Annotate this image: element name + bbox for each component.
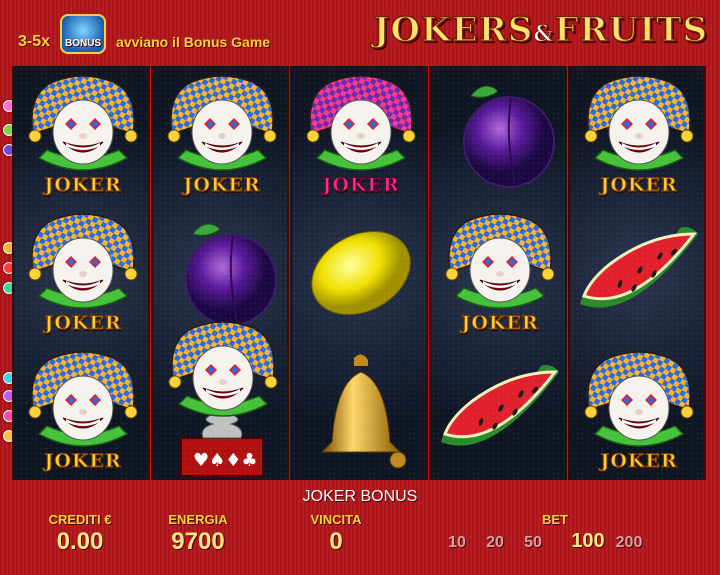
joker-icon: JOKER xyxy=(301,72,421,200)
joker-label: JOKER xyxy=(44,312,122,335)
watermelon-icon xyxy=(441,364,559,446)
bet-option-10[interactable]: 10 xyxy=(440,534,474,552)
hint-range: 3-5x xyxy=(18,33,51,50)
joker-icon: JOKER xyxy=(162,72,282,200)
bell-icon xyxy=(320,354,407,469)
bell-symbol xyxy=(292,342,426,480)
joker-symbol: JOKER xyxy=(570,66,704,204)
win-label: VINCITA xyxy=(310,512,362,527)
watermelon-symbol xyxy=(431,342,565,480)
logo-ampersand: & xyxy=(533,21,555,48)
joker-icon: JOKER xyxy=(23,210,143,338)
game-logo: JOKERS&FRUITS xyxy=(368,4,708,56)
bet-label: BET xyxy=(542,512,568,527)
bet-option-100[interactable]: 100 xyxy=(566,530,610,553)
joker-icon: JOKER xyxy=(23,348,143,476)
logo-fruits: FRUITS xyxy=(553,9,708,51)
joker-label: JOKER xyxy=(461,312,539,335)
joker-icon: JOKER xyxy=(440,210,560,338)
header: 3-5x BONUS avviano il Bonus Game JOKERS&… xyxy=(0,0,720,62)
win-value: 0 xyxy=(329,528,343,555)
reel-5: JOKER JOKER xyxy=(568,66,706,480)
bonus-badge-icon: BONUS xyxy=(60,14,107,54)
lemon-icon xyxy=(311,231,411,315)
joker-symbol: JOKER xyxy=(153,66,287,204)
joker-label: JOKER xyxy=(183,174,261,197)
bonus-hint: 3-5x BONUS avviano il Bonus Game xyxy=(18,14,271,54)
joker-symbol: JOKER xyxy=(14,342,148,480)
joker-label: JOKER xyxy=(600,174,678,197)
watermelon-symbol xyxy=(570,204,704,342)
joker-label: JOKER xyxy=(600,450,678,473)
bottom-bar: JOKER BONUS CREDITI € 0.00 ENERGIA 9700 … xyxy=(0,482,720,575)
bet-option-20[interactable]: 20 xyxy=(478,534,512,552)
bonus-title: JOKER BONUS xyxy=(302,488,418,505)
svg-text:♥♠♦♣: ♥♠♦♣ xyxy=(193,450,258,471)
joker-symbol: JOKER xyxy=(14,66,148,204)
jack-in-the-box-symbol: ♥♠♦♣ xyxy=(153,321,287,480)
credits-label: CREDITI € xyxy=(48,512,112,527)
watermelon-icon xyxy=(580,226,698,308)
joker-icon: JOKER xyxy=(579,348,699,476)
credits-value: 0.00 xyxy=(56,528,104,555)
energy-label: ENERGIA xyxy=(168,512,228,527)
lemon-symbol xyxy=(292,204,426,342)
hint-message: avviano il Bonus Game xyxy=(116,34,271,50)
plum-icon xyxy=(463,85,555,188)
logo-jokers: JOKERS xyxy=(373,9,534,51)
bet-option-50[interactable]: 50 xyxy=(516,534,550,552)
joker-symbol: JOKER xyxy=(570,342,704,480)
reel-4: JOKER xyxy=(429,66,567,480)
energy-value: 9700 xyxy=(171,528,225,555)
joker-label: JOKER xyxy=(44,450,122,473)
joker-icon: JOKER xyxy=(23,72,143,200)
reel-2: JOKER ♥♠♦♣ xyxy=(151,66,289,480)
jester-cap-icon xyxy=(368,29,370,31)
joker-purple-symbol: JOKER xyxy=(292,66,426,204)
logo-title: JOKERS&FRUITS xyxy=(373,9,708,51)
joker-icon: JOKER xyxy=(579,72,699,200)
game-frame: 3-5x BONUS avviano il Bonus Game JOKERS&… xyxy=(0,0,720,575)
joker-symbol: JOKER xyxy=(14,204,148,342)
joker-icon xyxy=(163,318,283,422)
joker-label: JOKER xyxy=(322,174,400,197)
joker-symbol: JOKER xyxy=(431,204,565,342)
plum-symbol xyxy=(431,66,565,204)
joker-label: JOKER xyxy=(44,174,122,197)
reel-1: JOKER JOKER JOKER xyxy=(12,66,150,480)
reel-3: JOKER xyxy=(290,66,428,480)
bet-option-200[interactable]: 200 xyxy=(612,534,646,552)
